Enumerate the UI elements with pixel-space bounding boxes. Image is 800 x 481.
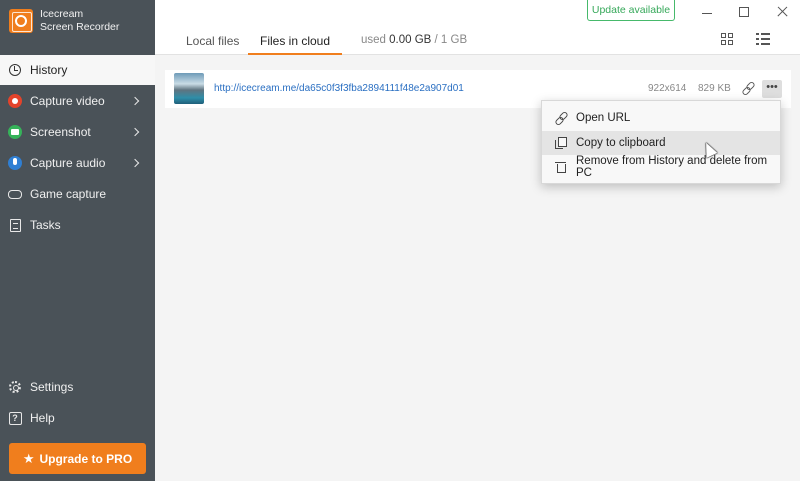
gear-icon xyxy=(8,380,22,394)
file-size: 829 KB xyxy=(698,83,731,94)
app-name-line2: Screen Recorder xyxy=(40,21,120,33)
context-menu: Open URL Copy to clipboard Remove from H… xyxy=(541,100,781,184)
tab-local-files[interactable]: Local files xyxy=(186,30,239,55)
app-name-line1: Icecream xyxy=(40,8,84,20)
sidebar-item-screenshot[interactable]: Screenshot xyxy=(0,117,155,147)
close-icon[interactable] xyxy=(775,4,791,20)
record-icon xyxy=(8,94,22,108)
app-logo-icon xyxy=(9,9,33,33)
history-icon xyxy=(8,63,22,77)
header: Update available Local files Files in cl… xyxy=(155,0,800,55)
upgrade-label: Upgrade to PRO xyxy=(39,451,133,466)
more-options-button[interactable]: ••• xyxy=(762,80,782,98)
link-icon[interactable] xyxy=(742,82,754,94)
sidebar-item-capture-video[interactable]: Capture video xyxy=(0,86,155,116)
cloud-usage: used 0.00 GB / 1 GB xyxy=(361,34,467,46)
sidebar-item-history[interactable]: History xyxy=(0,55,155,85)
tasks-icon xyxy=(8,218,22,232)
help-icon: ? xyxy=(8,411,22,425)
sidebar-item-label: Settings xyxy=(30,380,74,394)
sidebar-item-capture-audio[interactable]: Capture audio xyxy=(0,148,155,178)
chevron-right-icon xyxy=(130,158,140,168)
grid-view-icon[interactable] xyxy=(721,33,733,45)
link-icon xyxy=(555,112,567,124)
trash-icon xyxy=(555,161,567,173)
maximize-icon[interactable] xyxy=(737,4,753,20)
sidebar-item-label: History xyxy=(30,63,68,77)
menu-item-open-url[interactable]: Open URL xyxy=(542,106,780,130)
file-url-link[interactable]: http://icecream.me/da65c0f3f3fba2894111f… xyxy=(214,83,464,94)
sidebar-item-label: Help xyxy=(30,411,55,425)
copy-icon xyxy=(555,137,567,149)
sidebar-item-label: Capture video xyxy=(30,94,105,108)
star-icon: ★ xyxy=(22,450,35,466)
gamepad-icon xyxy=(8,187,22,201)
app-name: Icecream Screen Recorder xyxy=(40,8,119,34)
usage-used: 0.00 GB xyxy=(389,34,432,46)
microphone-icon xyxy=(8,156,22,170)
update-available-button[interactable]: Update available xyxy=(587,0,675,21)
app-brand: Icecream Screen Recorder xyxy=(0,0,155,42)
sidebar-item-settings[interactable]: Settings xyxy=(0,372,155,402)
sidebar-item-help[interactable]: ? Help xyxy=(0,403,155,433)
camera-icon xyxy=(8,125,22,139)
file-dimensions: 922x614 xyxy=(648,83,687,94)
minimize-icon[interactable] xyxy=(700,4,716,20)
menu-item-label: Remove from History and delete from PC xyxy=(576,155,768,179)
sidebar-item-label: Capture audio xyxy=(30,156,106,170)
sidebar-item-label: Tasks xyxy=(30,218,61,232)
tab-files-in-cloud[interactable]: Files in cloud xyxy=(247,30,343,55)
chevron-right-icon xyxy=(130,96,140,106)
chevron-right-icon xyxy=(130,127,140,137)
upgrade-button[interactable]: ★ Upgrade to PRO xyxy=(9,443,146,474)
menu-item-label: Open URL xyxy=(576,112,631,124)
menu-item-label: Copy to clipboard xyxy=(576,137,666,149)
usage-total: / 1 GB xyxy=(431,34,468,46)
sidebar-item-label: Screenshot xyxy=(30,125,91,139)
menu-item-remove-and-delete[interactable]: Remove from History and delete from PC xyxy=(542,155,780,179)
sidebar-item-game-capture[interactable]: Game capture xyxy=(0,179,155,209)
sidebar: Icecream Screen Recorder History Capture… xyxy=(0,0,155,481)
sidebar-item-label: Game capture xyxy=(30,187,107,201)
sidebar-item-tasks[interactable]: Tasks xyxy=(0,210,155,240)
list-view-icon[interactable] xyxy=(756,33,770,45)
usage-prefix: used xyxy=(361,34,390,46)
menu-item-copy-to-clipboard[interactable]: Copy to clipboard xyxy=(542,131,780,155)
file-thumbnail[interactable] xyxy=(174,73,204,104)
